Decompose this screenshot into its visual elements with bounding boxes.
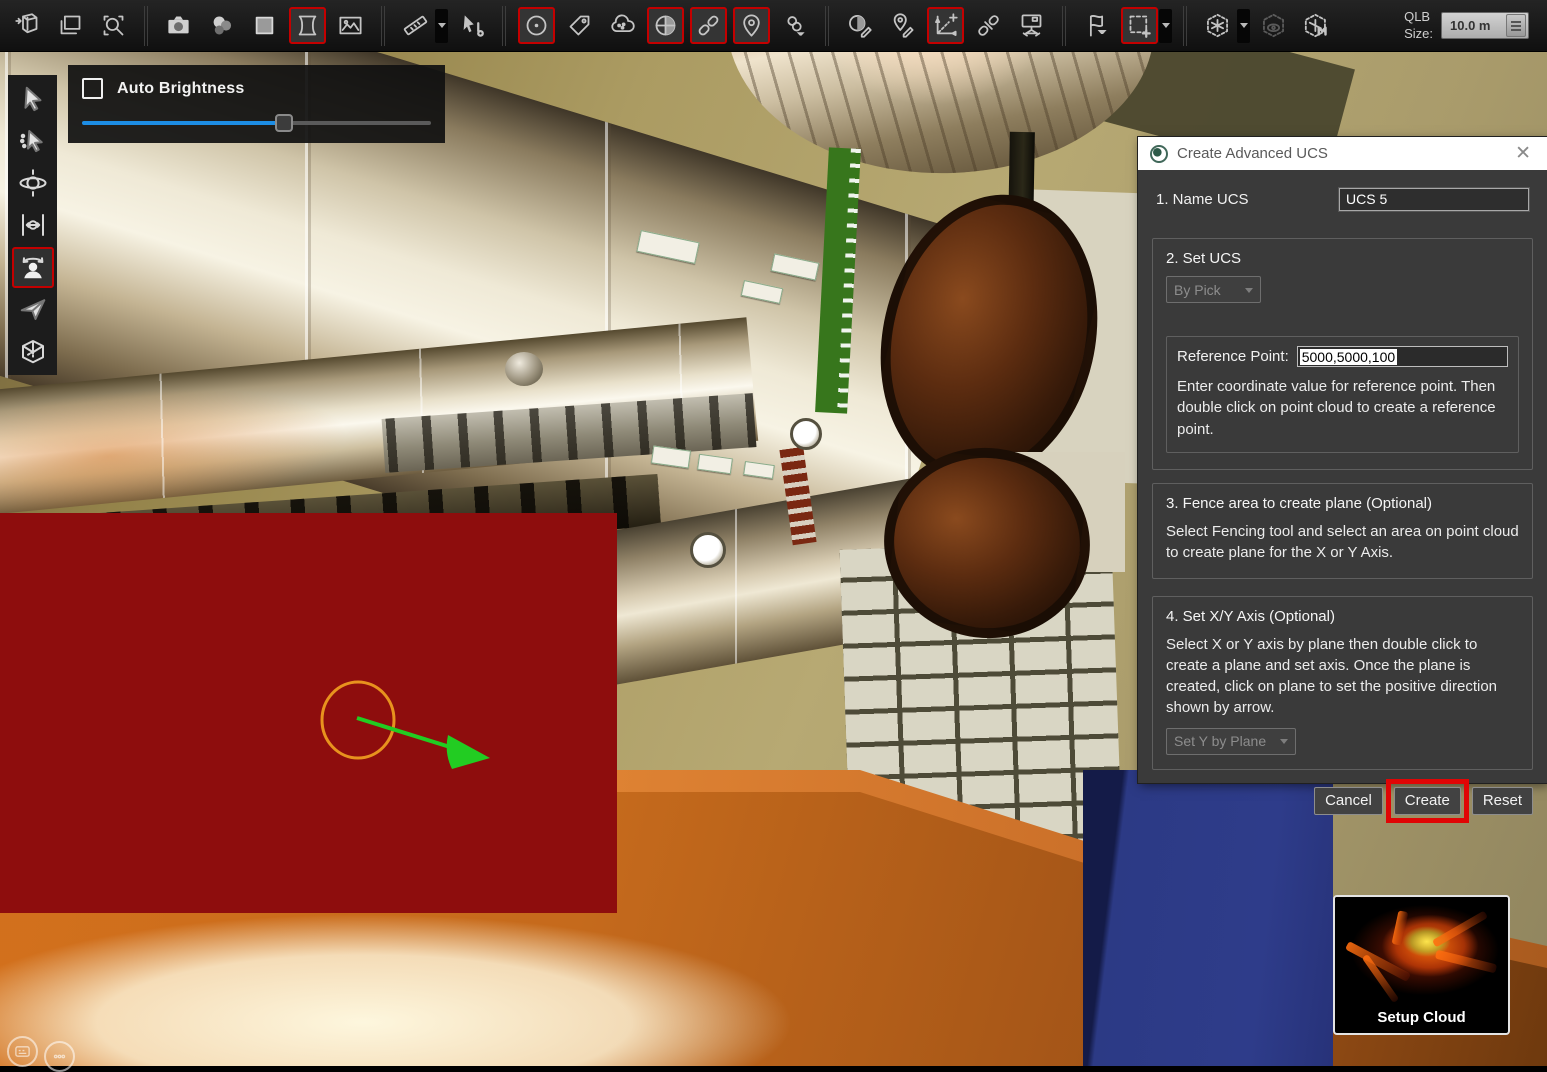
toolbar-separator <box>1062 6 1066 46</box>
screenshot-icon[interactable] <box>160 7 197 44</box>
toolbar-separator <box>502 6 506 46</box>
set-axis-help: Select X or Y axis by plane then double … <box>1166 634 1519 719</box>
ucs-direction-overlay <box>0 513 617 913</box>
navigation-toolrail <box>8 75 57 375</box>
fence-select-icon[interactable] <box>1121 7 1158 44</box>
brightness-panel: Auto Brightness <box>68 65 445 143</box>
auto-brightness-checkbox[interactable] <box>82 78 103 99</box>
solid-view-icon[interactable] <box>246 7 283 44</box>
fly-tool[interactable] <box>12 289 54 330</box>
create-button-highlight: Create <box>1386 779 1469 823</box>
ucs-name-input[interactable]: UCS 5 <box>1339 188 1529 211</box>
valve-knob <box>505 352 543 386</box>
main-toolbar: QLB Size: 10.0 m <box>0 0 1547 52</box>
name-ucs-label: 1. Name UCS <box>1156 191 1249 208</box>
orbit-tool[interactable] <box>12 163 54 204</box>
scan-point-icon[interactable] <box>518 7 555 44</box>
qlb-size-label: QLB Size: <box>1404 9 1433 42</box>
reference-point-value: 5000,5000,100 <box>1300 349 1397 365</box>
dialog-titlebar[interactable]: Create Advanced UCS ✕ <box>1138 137 1547 170</box>
quick-measure-icon[interactable] <box>970 7 1007 44</box>
toolbar-separator <box>381 6 385 46</box>
create-button[interactable]: Create <box>1394 787 1461 815</box>
view-cube-dropdown-caret[interactable] <box>1237 9 1250 43</box>
axis-view-tool[interactable] <box>12 331 54 372</box>
create-ucs-icon[interactable] <box>927 7 964 44</box>
dialog-title: Create Advanced UCS <box>1177 145 1328 162</box>
view-cube-icon[interactable] <box>1199 7 1236 44</box>
placemark-icon[interactable] <box>733 7 770 44</box>
render-settings-icon[interactable] <box>203 7 240 44</box>
qlb-size-input[interactable]: 10.0 m <box>1441 12 1529 39</box>
measure-link-icon[interactable] <box>690 7 727 44</box>
app-logo-icon <box>1150 145 1168 163</box>
measure-icon[interactable] <box>397 7 434 44</box>
reset-button[interactable]: Reset <box>1472 787 1533 815</box>
setup-cloud-thumbnail[interactable]: Setup Cloud <box>1333 895 1510 1035</box>
reference-point-panel: Reference Point: 5000,5000,100 Enter coo… <box>1166 336 1519 453</box>
auto-brightness-label: Auto Brightness <box>117 80 244 98</box>
reference-point-help: Enter coordinate value for reference poi… <box>1177 376 1508 440</box>
brightness-slider[interactable] <box>82 115 431 131</box>
import-model-icon[interactable] <box>9 7 46 44</box>
qlb-size-spinner[interactable] <box>1506 14 1526 37</box>
edit-placemark-icon[interactable] <box>884 7 921 44</box>
reference-point-input[interactable]: 5000,5000,100 <box>1297 346 1508 367</box>
toolbar-separator <box>1183 6 1187 46</box>
screen-target-icon[interactable] <box>1013 7 1050 44</box>
reference-point-label: Reference Point: <box>1177 348 1289 365</box>
slider-handle[interactable] <box>275 114 293 132</box>
object-filter-icon[interactable] <box>776 7 813 44</box>
fence-area-help: Select Fencing tool and select an area o… <box>1166 521 1519 564</box>
qlb-size-value: 10.0 m <box>1442 18 1506 33</box>
tag-icon[interactable] <box>561 7 598 44</box>
close-icon[interactable]: ✕ <box>1511 142 1535 165</box>
edit-limit-box-icon[interactable] <box>841 7 878 44</box>
minimap-toggle-button[interactable] <box>7 1036 38 1067</box>
cancel-button[interactable]: Cancel <box>1314 787 1383 815</box>
limit-box-icon[interactable] <box>647 7 684 44</box>
slider-track-filled[interactable] <box>82 121 283 125</box>
toolbar-separator <box>825 6 829 46</box>
pressure-gauge <box>790 418 822 450</box>
fence-area-group: 3. Fence area to create plane (Optional)… <box>1152 483 1533 579</box>
setup-cloud-label: Setup Cloud <box>1335 1009 1508 1026</box>
toolbar-separator <box>144 6 148 46</box>
point-cloud-icon[interactable] <box>604 7 641 44</box>
view-model-icon[interactable] <box>1298 7 1335 44</box>
set-ucs-label: 2. Set UCS <box>1166 250 1519 267</box>
copy-view-icon[interactable] <box>52 7 89 44</box>
image-view-icon[interactable] <box>332 7 369 44</box>
qlb-size-control: QLB Size: 10.0 m <box>1404 9 1541 42</box>
fence-plane[interactable] <box>0 513 617 913</box>
measure-dropdown-caret[interactable] <box>435 9 448 43</box>
point-cloud-preview <box>1335 897 1508 1003</box>
panorama-view-icon[interactable] <box>289 7 326 44</box>
set-axis-label: 4. Set X/Y Axis (Optional) <box>1166 608 1519 625</box>
create-advanced-ucs-dialog: Create Advanced UCS ✕ 1. Name UCS UCS 5 … <box>1138 137 1547 783</box>
set-axis-group: 4. Set X/Y Axis (Optional) Select X or Y… <box>1152 596 1533 770</box>
pan-tool[interactable] <box>12 205 54 246</box>
panoramic-look-tool[interactable] <box>12 247 54 288</box>
fence-select-dropdown-caret[interactable] <box>1159 9 1172 43</box>
direction-arrowhead <box>447 735 490 769</box>
zoom-window-icon[interactable] <box>95 7 132 44</box>
set-axis-dropdown[interactable]: Set Y by Plane <box>1166 728 1296 755</box>
select-points-tool[interactable] <box>12 121 54 162</box>
select-probe-icon[interactable] <box>453 7 490 44</box>
direction-line <box>357 718 450 747</box>
more-options-button[interactable] <box>44 1041 75 1072</box>
slider-track-empty[interactable] <box>283 121 431 125</box>
pressure-gauge <box>690 532 726 568</box>
set-ucs-dropdown[interactable]: By Pick <box>1166 276 1261 303</box>
select-tool[interactable] <box>12 79 54 120</box>
fence-area-label: 3. Fence area to create plane (Optional) <box>1166 495 1519 512</box>
set-ucs-group: 2. Set UCS By Pick Reference Point: 5000… <box>1152 238 1533 470</box>
view-filter-icon[interactable] <box>1078 7 1115 44</box>
view-visibility-icon[interactable] <box>1255 7 1292 44</box>
